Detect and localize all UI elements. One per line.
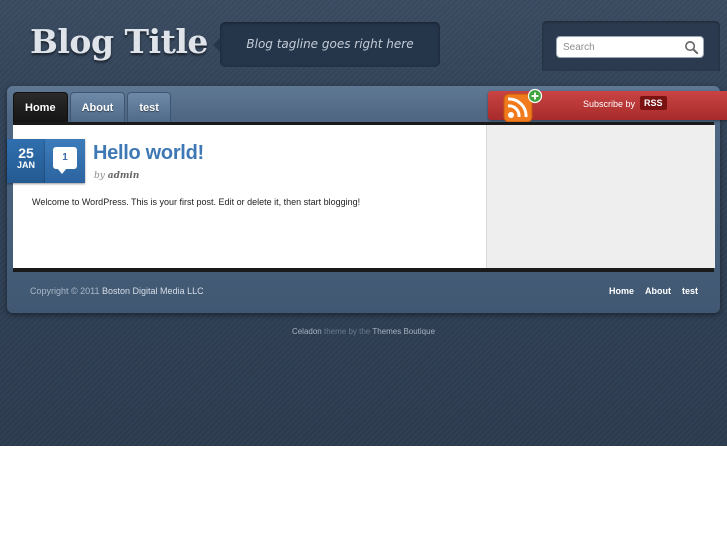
- footer-copyright: Copyright © 2011 Boston Digital Media LL…: [30, 286, 204, 296]
- footer-nav-home[interactable]: Home: [609, 286, 634, 296]
- sidebar: [486, 125, 715, 268]
- post-body: Welcome to WordPress. This is your first…: [32, 197, 361, 207]
- nav-item-home[interactable]: Home: [13, 92, 68, 122]
- post-column: 25 JAN 1 Hello world! by admin Welcome t…: [7, 125, 486, 268]
- comment-bubble-icon[interactable]: 1: [53, 147, 77, 174]
- tagline-box: Blog tagline goes right here: [213, 22, 440, 67]
- rss-subscribe-bar[interactable]: Subscribe by RSS: [488, 88, 727, 123]
- post-byline: by admin: [94, 171, 139, 181]
- post-date-day: 25: [18, 145, 34, 161]
- search-input[interactable]: [563, 39, 673, 55]
- nav-item-test[interactable]: test: [127, 92, 171, 122]
- tagline-text: Blog tagline goes right here: [246, 37, 414, 51]
- post-date-month: JAN: [16, 160, 35, 170]
- theme-credits: Celadon theme by the Themes Boutique: [0, 327, 727, 336]
- footer-nav-test[interactable]: test: [682, 286, 698, 296]
- plus-icon: [527, 88, 543, 104]
- footer-nav-about[interactable]: About: [645, 286, 671, 296]
- rss-icon[interactable]: [502, 88, 546, 124]
- byline-prefix: by: [94, 171, 105, 181]
- copyright-text: Copyright © 2011: [30, 286, 100, 296]
- credit-author-link[interactable]: Themes Boutique: [372, 327, 435, 336]
- search-field[interactable]: [556, 36, 704, 58]
- nav-item-about[interactable]: About: [69, 92, 126, 122]
- comment-count-box[interactable]: 1: [45, 139, 85, 183]
- search-icon[interactable]: [684, 40, 699, 55]
- main-wrapper: Home About test Subscribe by RSS 25 JAN …: [7, 86, 727, 313]
- content-area: 25 JAN 1 Hello world! by admin Welcome t…: [7, 122, 715, 272]
- post-date-badge: 25 JAN: [7, 139, 45, 183]
- rss-badge: RSS: [640, 96, 667, 110]
- credit-theme-link[interactable]: Celadon: [292, 327, 322, 336]
- post-title[interactable]: Hello world!: [93, 142, 204, 165]
- footer-nav: Home About test: [609, 286, 698, 296]
- main-nav: Home About test: [13, 92, 171, 122]
- rss-label: Subscribe by: [583, 99, 636, 109]
- credit-mid: theme by the: [324, 327, 371, 336]
- page-background: Blog Title Blog tagline goes right here …: [0, 0, 727, 446]
- post-author[interactable]: admin: [108, 171, 140, 181]
- search-container: [542, 21, 720, 71]
- copyright-owner: Boston Digital Media LLC: [102, 286, 204, 296]
- blog-title[interactable]: Blog Title: [30, 22, 208, 61]
